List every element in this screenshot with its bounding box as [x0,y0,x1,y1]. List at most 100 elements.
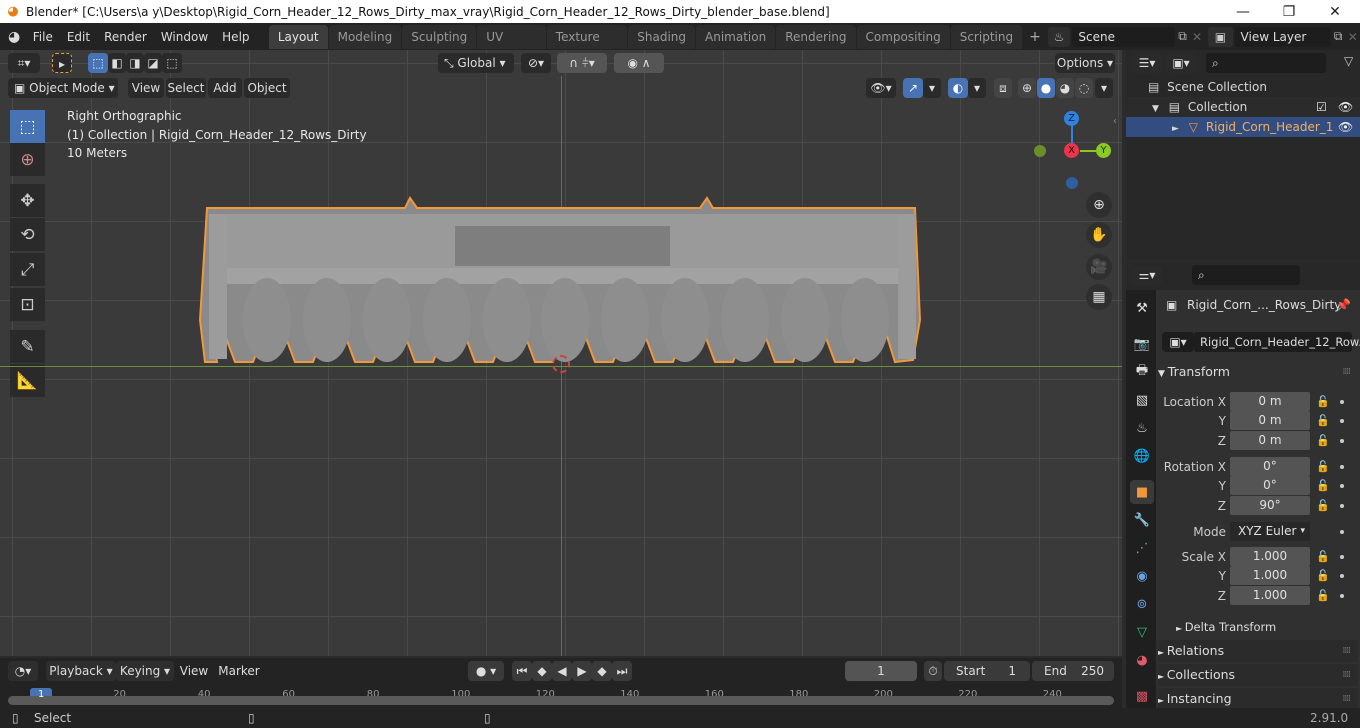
tab-animation[interactable]: Animation [696,24,776,49]
drag-grip-icon[interactable]: ⁞⁞⁞⁞ [1343,688,1352,710]
tab-shading[interactable]: Shading [628,24,696,49]
keyframe-dot-icon[interactable] [1340,419,1344,423]
menu-edit[interactable]: Edit [60,26,97,48]
lock-icon[interactable]: 🔓 [1316,479,1330,492]
close-button[interactable]: ✕ [1312,0,1358,23]
lock-icon[interactable]: 🔓 [1316,589,1330,602]
keyframe-dot-icon[interactable] [1340,555,1344,559]
keyframe-dot-icon[interactable] [1340,439,1344,443]
add-workspace-button[interactable]: + [1022,26,1048,48]
lock-icon[interactable]: 🔓 [1316,460,1330,473]
viewport-menu-select[interactable]: Select [166,78,206,98]
collections-panel-header[interactable]: ► Collections ⁞⁞⁞⁞ [1158,664,1358,686]
keyframe-dot-icon[interactable] [1340,574,1344,578]
filter-icon[interactable]: ▽ [1344,54,1353,68]
corn-header-model[interactable] [195,190,930,375]
viewport-menu-add[interactable]: Add [208,78,242,98]
editor-type-icon[interactable]: ⌗▾ [8,53,40,73]
options-dropdown[interactable]: Options ▾ [1055,53,1115,73]
zoom-view-icon[interactable]: ⊕ [1086,192,1112,218]
tab-modifiers-icon[interactable]: 🔧 [1130,508,1154,532]
tool-rotate-icon[interactable]: ⟲ [10,218,45,251]
object-datablock-field[interactable]: Rigid_Corn_Header_12_Row... [1194,332,1360,352]
rotation-y-field[interactable]: 0° [1230,476,1310,495]
shading-solid-icon[interactable]: ● [1037,78,1055,98]
select-mode-new-icon[interactable]: ⬚ [88,53,108,73]
select-mode-extend-icon[interactable]: ◧ [108,53,126,73]
object-mode-dropdown[interactable]: ▣ Object Mode ▾ [8,78,118,98]
view-layer-name-field[interactable]: View Layer [1234,26,1331,47]
lock-icon[interactable]: 🔓 [1316,414,1330,427]
relations-panel-header[interactable]: ► Relations ⁞⁞⁞⁞ [1158,640,1358,662]
xray-toggle-icon[interactable]: ⧈ [994,78,1012,98]
camera-view-icon[interactable]: 🎥 [1086,254,1112,280]
drag-grip-icon[interactable]: ⁞⁞⁞⁞ [1343,640,1352,662]
tab-world-icon[interactable]: 🌐 [1130,444,1154,468]
scene-copy-icon[interactable]: ⧉ [1175,29,1190,44]
overlay-dropdown-icon[interactable]: ▾ [968,78,986,98]
menu-file[interactable]: File [26,26,60,48]
gizmo-neg-z-axis[interactable] [1066,177,1078,189]
gizmo-y-axis[interactable]: Y [1096,143,1111,158]
tab-texture-icon[interactable]: ▩ [1130,684,1154,708]
view-layer-remove-icon[interactable]: ✕ [1345,30,1360,44]
rotation-mode-dropdown[interactable]: XYZ Euler ▾ [1230,522,1310,541]
object-browse-icon[interactable]: ▣▾ [1162,332,1194,352]
proportional-editing-icon[interactable]: ◉ ∧ [614,53,664,73]
menu-help[interactable]: Help [215,26,256,48]
tab-texture-paint[interactable]: Texture Paint [546,24,628,68]
tab-rendering[interactable]: Rendering [776,24,856,49]
tab-scripting[interactable]: Scripting [950,24,1023,49]
scene-browse-icon[interactable]: ♨ [1047,26,1071,47]
keyframe-dot-icon[interactable] [1340,484,1344,488]
pan-view-icon[interactable]: ✋ [1086,222,1112,248]
overlay-toggle-icon[interactable]: ◐ [948,78,968,98]
tab-data-icon[interactable]: ▽ [1130,620,1154,644]
tool-measure-icon[interactable]: 📐 [10,364,45,397]
tab-tool-icon[interactable]: ⚒ [1130,296,1154,320]
tab-particles-icon[interactable]: ⋰ [1130,536,1154,560]
viewport-menu-view[interactable]: View [128,78,164,98]
tab-compositing[interactable]: Compositing [856,24,950,49]
shading-rendered-icon[interactable]: ◌ [1075,78,1093,98]
tab-view-layer-icon[interactable]: ▧ [1130,388,1154,412]
select-tool-icon[interactable]: ▸ [52,53,72,73]
lock-icon[interactable]: 🔓 [1316,550,1330,563]
pivot-point-icon[interactable]: ⊘▾ [521,53,551,73]
viewport-menu-object[interactable]: Object [244,78,290,98]
outliner-row-object[interactable]: ► ▽ Rigid_Corn_Header_1 👁 [1126,117,1360,137]
outliner-display-mode-icon[interactable]: ▣▾ [1166,53,1196,73]
tab-material-icon[interactable]: ◕ [1130,648,1154,672]
scale-z-field[interactable]: 1.000 [1230,586,1310,605]
properties-editor-type-icon[interactable]: ⚌▾ [1132,265,1162,285]
scale-x-field[interactable]: 1.000 [1230,547,1310,566]
select-mode-invert-icon[interactable]: ◪ [144,53,162,73]
timeline-scrollbar[interactable] [8,696,1114,705]
tool-scale-icon[interactable]: ⤢ [10,253,45,286]
maximize-button[interactable]: ❐ [1266,0,1312,23]
instancing-panel-header[interactable]: ► Instancing ⁞⁞⁞⁞ [1158,688,1358,710]
sidebar-toggle-icon[interactable]: ‹ [1113,116,1117,127]
gizmo-toggle-icon[interactable]: ↗ [903,78,923,98]
tool-transform-icon[interactable]: ⊡ [10,288,45,321]
tool-cursor-icon[interactable]: ⊕ [10,143,45,176]
shading-dropdown-icon[interactable]: ▾ [1095,78,1113,98]
lock-icon[interactable]: 🔓 [1316,434,1330,447]
snap-toggle-icon[interactable]: ∩ ⫩▾ [557,53,607,73]
tool-select-box-icon[interactable]: ⬚ [10,110,45,143]
gizmo-x-axis[interactable]: X [1064,143,1079,158]
keyframe-dot-icon[interactable] [1340,530,1344,534]
outliner-row-collection[interactable]: ▼ ▤ Collection ☑ 👁 [1126,97,1360,117]
rotation-z-field[interactable]: 90° [1230,496,1310,515]
drag-grip-icon[interactable]: ⁞⁞⁞⁞ [1343,361,1352,383]
visibility-eye-icon[interactable]: 👁 [1338,117,1353,137]
toggle-ortho-grid-icon[interactable]: ▦ [1086,284,1112,310]
transform-orientation-dropdown[interactable]: ⤡ Global ▾ [438,53,514,73]
gizmo-z-axis[interactable]: Z [1064,111,1079,126]
location-x-field[interactable]: 0 m [1230,392,1310,411]
view-layer-copy-icon[interactable]: ⧉ [1331,29,1346,44]
outliner-row-scene-collection[interactable]: ▤ Scene Collection [1126,77,1360,97]
minimize-button[interactable]: — [1220,0,1266,23]
delta-transform-subpanel[interactable]: ► Delta Transform [1176,616,1360,638]
keyframe-dot-icon[interactable] [1340,504,1344,508]
